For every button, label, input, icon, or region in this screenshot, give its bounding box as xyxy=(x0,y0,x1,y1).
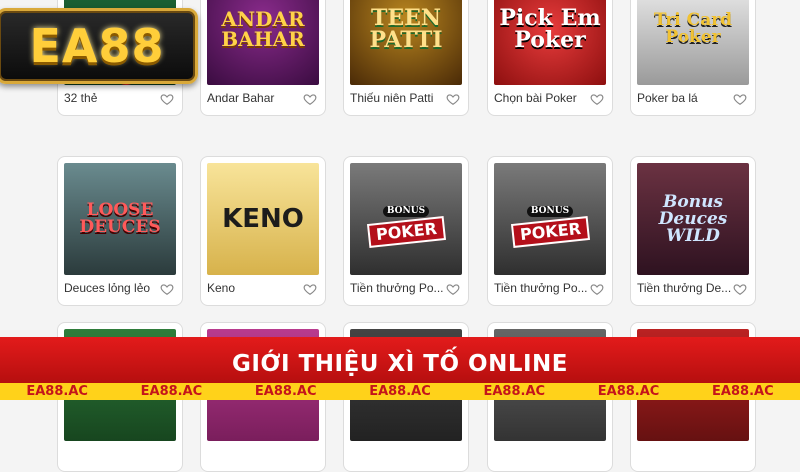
thumbnail-art: BONUS POKER xyxy=(366,195,446,248)
brand-logo[interactable]: EA88 xyxy=(0,8,198,84)
thumbnail-art-text: ANDAR BAHAR xyxy=(221,7,305,51)
heart-outline-icon[interactable] xyxy=(590,282,604,296)
thumbnail-art-text: KENO xyxy=(222,204,304,234)
game-thumbnail: Bonus Deuces WILD xyxy=(637,163,749,275)
game-card-pick-em-poker[interactable]: Pick Em Poker Chọn bài Poker xyxy=(487,0,613,116)
thumbnail-art-text: POKER xyxy=(366,215,446,248)
game-card-teen-patti[interactable]: TEEN PATTI Thiếu niên Patti xyxy=(343,0,469,116)
game-title: Tiền thưởng Po... xyxy=(350,281,444,295)
game-title: Tiền thưởng Po... xyxy=(494,281,588,295)
thumbnail-art-text: TEEN PATTI xyxy=(369,5,443,53)
game-card-andar-bahar[interactable]: ANDAR BAHAR Andar Bahar xyxy=(200,0,326,116)
game-card-loose-deuces[interactable]: LOOSE DEUCES Deuces lỏng lẻo xyxy=(57,156,183,306)
game-title: Thiếu niên Patti xyxy=(350,91,434,105)
heart-outline-icon[interactable] xyxy=(303,92,317,106)
game-title: Chọn bài Poker xyxy=(494,91,577,105)
game-title: Tiền thưởng De... xyxy=(637,281,732,295)
game-title: Keno xyxy=(207,281,236,295)
heart-outline-icon[interactable] xyxy=(733,282,747,296)
bonus-tag: BONUS xyxy=(526,205,574,217)
heart-outline-icon[interactable] xyxy=(303,282,317,296)
thumbnail-art: BONUS POKER xyxy=(510,195,590,248)
ticker-item: EA88.AC xyxy=(369,384,431,399)
game-card-bonus-deuces[interactable]: Bonus Deuces WILD Tiền thưởng De... xyxy=(630,156,756,306)
thumbnail-art-text: Bonus Deuces WILD xyxy=(658,191,728,246)
game-thumbnail: Tri Card Poker xyxy=(637,0,749,85)
game-thumbnail: ANDAR BAHAR xyxy=(207,0,319,85)
game-thumbnail: TEEN PATTI xyxy=(350,0,462,85)
thumbnail-art-text: Tri Card Poker xyxy=(653,10,733,47)
ticker-item: EA88.AC xyxy=(597,384,660,399)
heart-outline-icon[interactable] xyxy=(733,92,747,106)
game-title: Deuces lỏng lẻo xyxy=(64,281,151,295)
game-thumbnail: BONUS POKER xyxy=(350,163,462,275)
ticker-item: EA88.AC xyxy=(483,384,546,399)
heart-outline-icon[interactable] xyxy=(446,282,460,296)
game-card-keno[interactable]: KENO Keno xyxy=(200,156,326,306)
thumbnail-art-text: LOOSE DEUCES xyxy=(79,200,161,237)
heart-outline-icon[interactable] xyxy=(590,92,604,106)
game-card-bonus-poker-2[interactable]: BONUS POKER Tiền thưởng Po... xyxy=(487,156,613,306)
thumbnail-art-text: POKER xyxy=(510,215,590,248)
ticker-item: EA88.AC xyxy=(254,384,317,399)
ticker-item: EA88.AC xyxy=(140,384,203,399)
promo-banner: GIỚI THIỆU XÌ TỐ ONLINE xyxy=(0,337,800,385)
heart-outline-icon[interactable] xyxy=(160,92,174,106)
game-title: 32 thẻ xyxy=(64,91,98,105)
game-title: Poker ba lá xyxy=(637,91,698,105)
game-thumbnail: BONUS POKER xyxy=(494,163,606,275)
game-card-tri-card-poker[interactable]: Tri Card Poker Poker ba lá xyxy=(630,0,756,116)
heart-outline-icon[interactable] xyxy=(160,282,174,296)
game-thumbnail: Pick Em Poker xyxy=(494,0,606,85)
ticker-item: EA88.AC xyxy=(26,384,88,399)
game-title: Andar Bahar xyxy=(207,91,275,105)
game-thumbnail: KENO xyxy=(207,163,319,275)
thumbnail-art-text: Pick Em Poker xyxy=(499,5,601,53)
domain-ticker: EA88.AC EA88.AC EA88.AC EA88.AC EA88.AC … xyxy=(0,383,800,400)
logo-text: EA88 xyxy=(29,19,165,73)
game-thumbnail: LOOSE DEUCES xyxy=(64,163,176,275)
heart-outline-icon[interactable] xyxy=(446,92,460,106)
ticker-item: EA88.AC xyxy=(712,384,774,399)
game-card-bonus-poker-1[interactable]: BONUS POKER Tiền thưởng Po... xyxy=(343,156,469,306)
banner-title: GIỚI THIỆU XÌ TỐ ONLINE xyxy=(231,351,568,377)
bonus-tag: BONUS xyxy=(382,205,430,217)
